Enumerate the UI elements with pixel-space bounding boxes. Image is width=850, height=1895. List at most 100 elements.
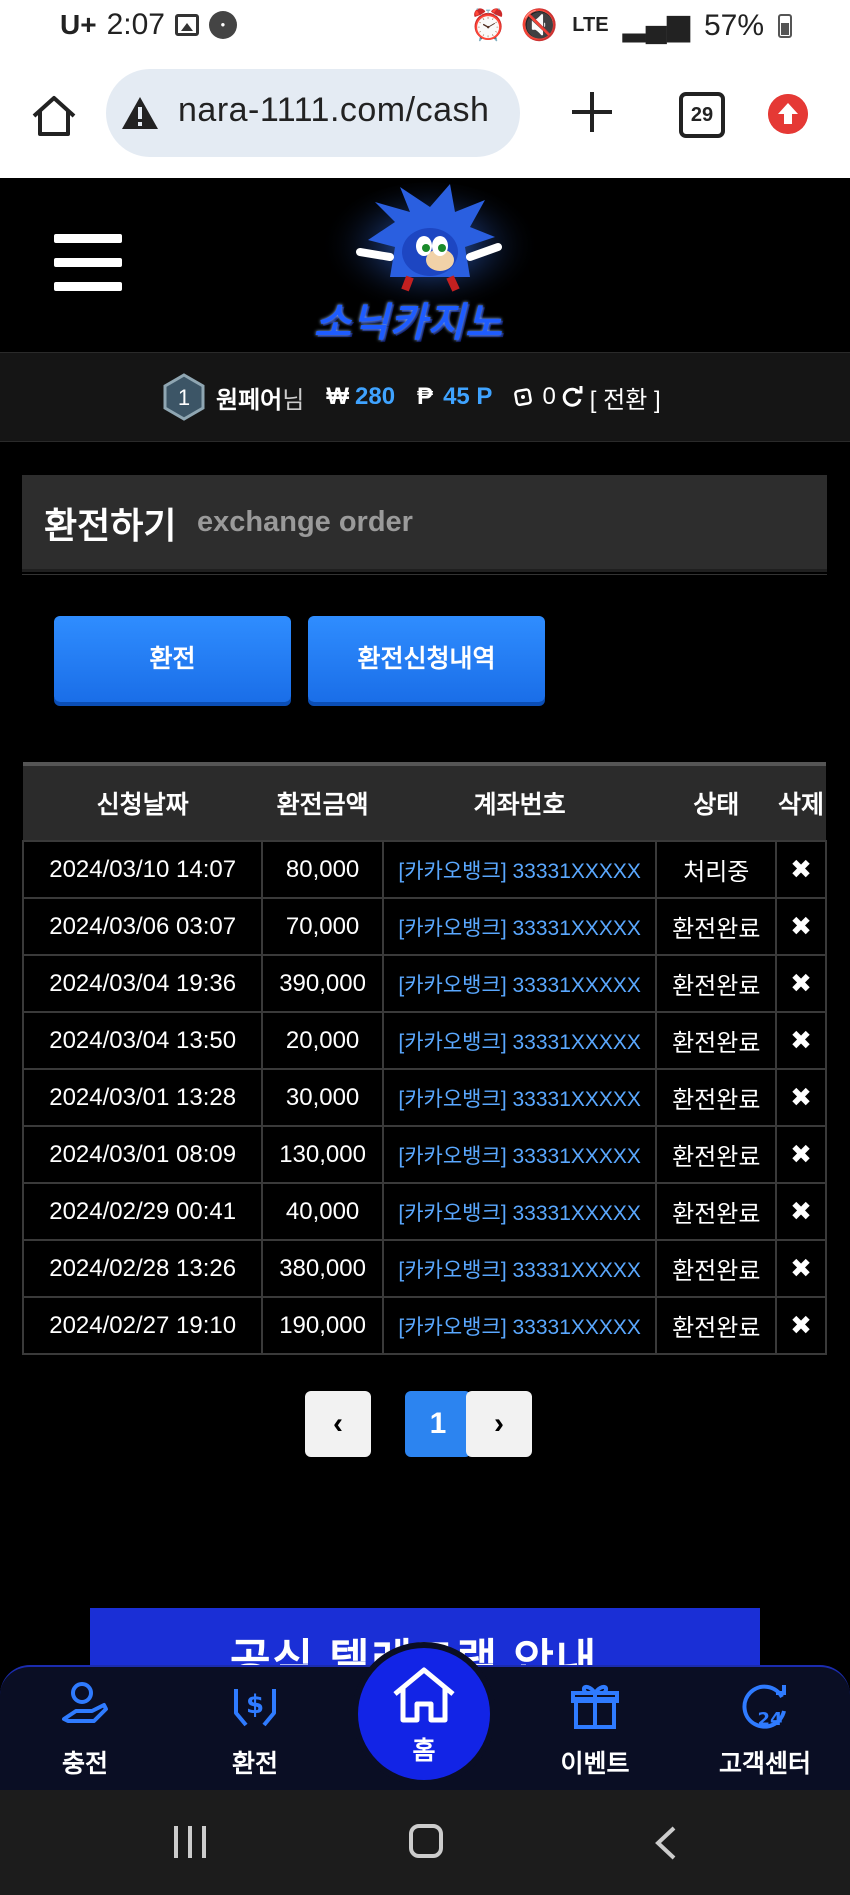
gallery-notification-icon (174, 14, 199, 36)
status-bar-right: ⏰ 🔇 LTE ▂▄▆ 57% (470, 8, 792, 43)
cell-amount: 40,000 (261, 1182, 384, 1241)
exchange-hands-dollar-icon: $ (234, 1689, 276, 1727)
nav-exchange[interactable]: $ 환전 (190, 1679, 320, 1780)
delete-icon[interactable]: ✖ (775, 1239, 827, 1298)
cell-status: 환전완료 (655, 954, 778, 1013)
cell-amount: 70,000 (261, 897, 384, 956)
cell-status: 환전완료 (655, 1296, 778, 1355)
pagination-page-1[interactable]: 1 (405, 1391, 471, 1457)
chip-count: 0 (542, 383, 556, 410)
won-currency-icon: ₩ (326, 383, 349, 410)
cell-account: [카카오뱅크] 33331XXXXX (381, 1239, 658, 1298)
refresh-icon[interactable] (560, 385, 584, 409)
section-header: 환전하기 exchange order (22, 475, 827, 572)
app-notification-icon: ● (208, 11, 237, 39)
cell-amount: 30,000 (261, 1068, 384, 1127)
system-home-icon[interactable] (409, 1824, 443, 1858)
cell-status: 환전완료 (655, 1011, 778, 1070)
delete-icon[interactable]: ✖ (775, 897, 827, 956)
delete-icon[interactable]: ✖ (775, 1068, 827, 1127)
table-row: 2024/02/29 00:41 40,000 [카카오뱅크] 33331XXX… (21, 1182, 827, 1241)
col-header-status: 상태 (656, 762, 777, 841)
delete-icon[interactable]: ✖ (775, 840, 827, 899)
nav-charge-label: 충전 (61, 1750, 108, 1778)
status-bar-left: U+ 2:07 ● (60, 8, 237, 42)
col-header-amount: 환전금액 (262, 762, 383, 841)
logo-text: 소닉카지노 (314, 301, 503, 345)
delete-icon[interactable]: ✖ (775, 1182, 827, 1241)
pagination-prev-button[interactable]: ‹ (305, 1391, 371, 1457)
cell-account: [카카오뱅크] 33331XXXXX (381, 1125, 658, 1184)
delete-icon[interactable]: ✖ (775, 954, 827, 1013)
delete-icon[interactable]: ✖ (775, 1125, 827, 1184)
divider (22, 574, 827, 575)
col-header-delete: 삭제 (776, 762, 826, 841)
alarm-icon: ⏰ (469, 9, 507, 42)
site-logo[interactable]: 소닉카지노 (300, 182, 560, 348)
table-row: 2024/02/27 19:10 190,000 [카카오뱅크] 33331XX… (21, 1296, 827, 1355)
menu-icon[interactable] (54, 234, 122, 292)
table-row: 2024/03/04 19:36 390,000 [카카오뱅크] 33331XX… (21, 954, 827, 1013)
cell-account: [카카오뱅크] 33331XXXXX (381, 897, 658, 956)
table-row: 2024/03/01 08:09 130,000 [카카오뱅크] 33331XX… (21, 1125, 827, 1184)
username-suffix: 님 (282, 386, 305, 414)
new-tab-button[interactable] (572, 92, 612, 132)
cell-date: 2024/02/29 00:41 (21, 1182, 264, 1241)
battery-icon (778, 13, 792, 38)
cell-account: [카카오뱅크] 33331XXXXX (381, 840, 658, 899)
warning-icon[interactable] (120, 95, 160, 131)
nav-home-label: 홈 (412, 1737, 436, 1765)
cell-account: [카카오뱅크] 33331XXXXX (381, 1011, 658, 1070)
table-row: 2024/02/28 13:26 380,000 [카카오뱅크] 33331XX… (21, 1239, 827, 1298)
status-bar: U+ 2:07 ● ⏰ 🔇 LTE ▂▄▆ 57% (0, 0, 850, 52)
balance-amount: 280 (355, 383, 396, 410)
network-type: LTE (572, 14, 609, 36)
table-row: 2024/03/04 13:50 20,000 [카카오뱅크] 33331XXX… (21, 1011, 827, 1070)
nav-support-label: 고객센터 (718, 1750, 811, 1778)
cell-status: 환전완료 (655, 897, 778, 956)
cell-amount: 80,000 (261, 840, 384, 899)
cell-account: [카카오뱅크] 33331XXXXX (381, 954, 658, 1013)
cell-status: 환전완료 (655, 1125, 778, 1184)
address-bar[interactable]: nara-1111.com/cash (106, 69, 520, 157)
cell-status: 환전완료 (655, 1068, 778, 1127)
nav-home[interactable]: 홈 (358, 1648, 490, 1780)
tab-switcher-button[interactable]: 29 (679, 92, 725, 138)
casino-chip-icon (514, 388, 533, 407)
cell-amount: 130,000 (261, 1125, 384, 1184)
col-header-account: 계좌번호 (382, 762, 657, 841)
exchange-history-table: 신청날짜 환전금액 계좌번호 상태 삭제 2024/03/10 14:07 80… (21, 762, 827, 1355)
cell-amount: 390,000 (261, 954, 384, 1013)
cell-date: 2024/03/04 13:50 (21, 1011, 264, 1070)
level-badge: 1 (162, 373, 206, 421)
mute-icon: 🔇 (520, 9, 559, 42)
cell-date: 2024/03/06 03:07 (21, 897, 264, 956)
browser-home-icon[interactable] (30, 92, 78, 140)
nav-event[interactable]: 이벤트 (530, 1679, 660, 1780)
cell-status: 환전완료 (655, 1182, 778, 1241)
exchange-button[interactable]: 환전 (54, 616, 291, 702)
delete-icon[interactable]: ✖ (775, 1011, 827, 1070)
exchange-history-button[interactable]: 환전신청내역 (308, 616, 545, 702)
pagination-next-button[interactable]: › (466, 1391, 532, 1457)
cell-status: 처리중 (655, 840, 778, 899)
cell-date: 2024/03/01 08:09 (21, 1125, 264, 1184)
svg-text:$: $ (246, 1690, 264, 1720)
table-row: 2024/03/01 13:28 30,000 [카카오뱅크] 33331XXX… (21, 1068, 827, 1127)
delete-icon[interactable]: ✖ (775, 1296, 827, 1355)
url-text: nara-1111.com/cash (178, 91, 490, 129)
battery-percent: 57% (703, 8, 764, 42)
cell-date: 2024/03/10 14:07 (21, 840, 264, 899)
nav-charge[interactable]: 충전 (20, 1679, 150, 1780)
switch-button[interactable]: [ 전환 ] (590, 380, 661, 415)
table-header-row: 신청날짜 환전금액 계좌번호 상태 삭제 (23, 762, 826, 841)
cell-date: 2024/02/28 13:26 (21, 1239, 264, 1298)
update-arrow-icon[interactable] (768, 94, 808, 134)
back-icon[interactable] (654, 1826, 678, 1860)
table-row: 2024/03/10 14:07 80,000 [카카오뱅크] 33331XXX… (21, 840, 827, 899)
page-title: 환전하기 (44, 505, 177, 546)
recent-apps-icon[interactable] (172, 1826, 212, 1858)
nav-support[interactable]: 24 고객센터 (700, 1679, 830, 1780)
col-header-date: 신청날짜 (23, 762, 263, 841)
support-24h-icon: 24 (742, 1684, 786, 1730)
